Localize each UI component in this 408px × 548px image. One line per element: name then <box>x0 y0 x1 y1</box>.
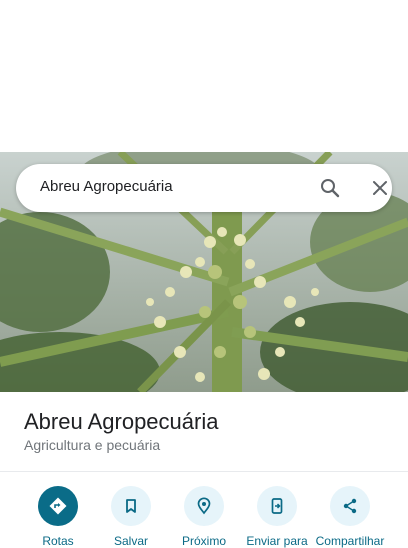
nearby-icon <box>184 486 224 526</box>
directions-icon <box>38 486 78 526</box>
search-input[interactable]: Abreu Agropecuária <box>40 178 173 195</box>
place-category: Agricultura e pecuária <box>24 437 161 453</box>
search-bar[interactable]: Abreu Agropecuária <box>16 164 392 212</box>
directions-button[interactable]: Rotas <box>18 486 98 548</box>
action-bar: Rotas Salvar Próximo Enviar para Compart… <box>0 486 408 548</box>
close-icon[interactable] <box>368 176 392 200</box>
share-icon <box>330 486 370 526</box>
save-button[interactable]: Salvar <box>91 486 171 548</box>
search-icon[interactable] <box>318 176 342 200</box>
send-to-phone-icon <box>257 486 297 526</box>
bookmark-icon <box>111 486 151 526</box>
place-title: Abreu Agropecuária <box>24 409 219 434</box>
send-to-phone-button[interactable]: Enviar para <box>237 486 317 548</box>
share-button[interactable]: Compartilhar <box>310 486 390 548</box>
share-label: Compartilhar <box>315 534 385 548</box>
top-blank-area <box>0 0 408 152</box>
nearby-button[interactable]: Próximo <box>164 486 244 548</box>
divider <box>0 471 408 472</box>
